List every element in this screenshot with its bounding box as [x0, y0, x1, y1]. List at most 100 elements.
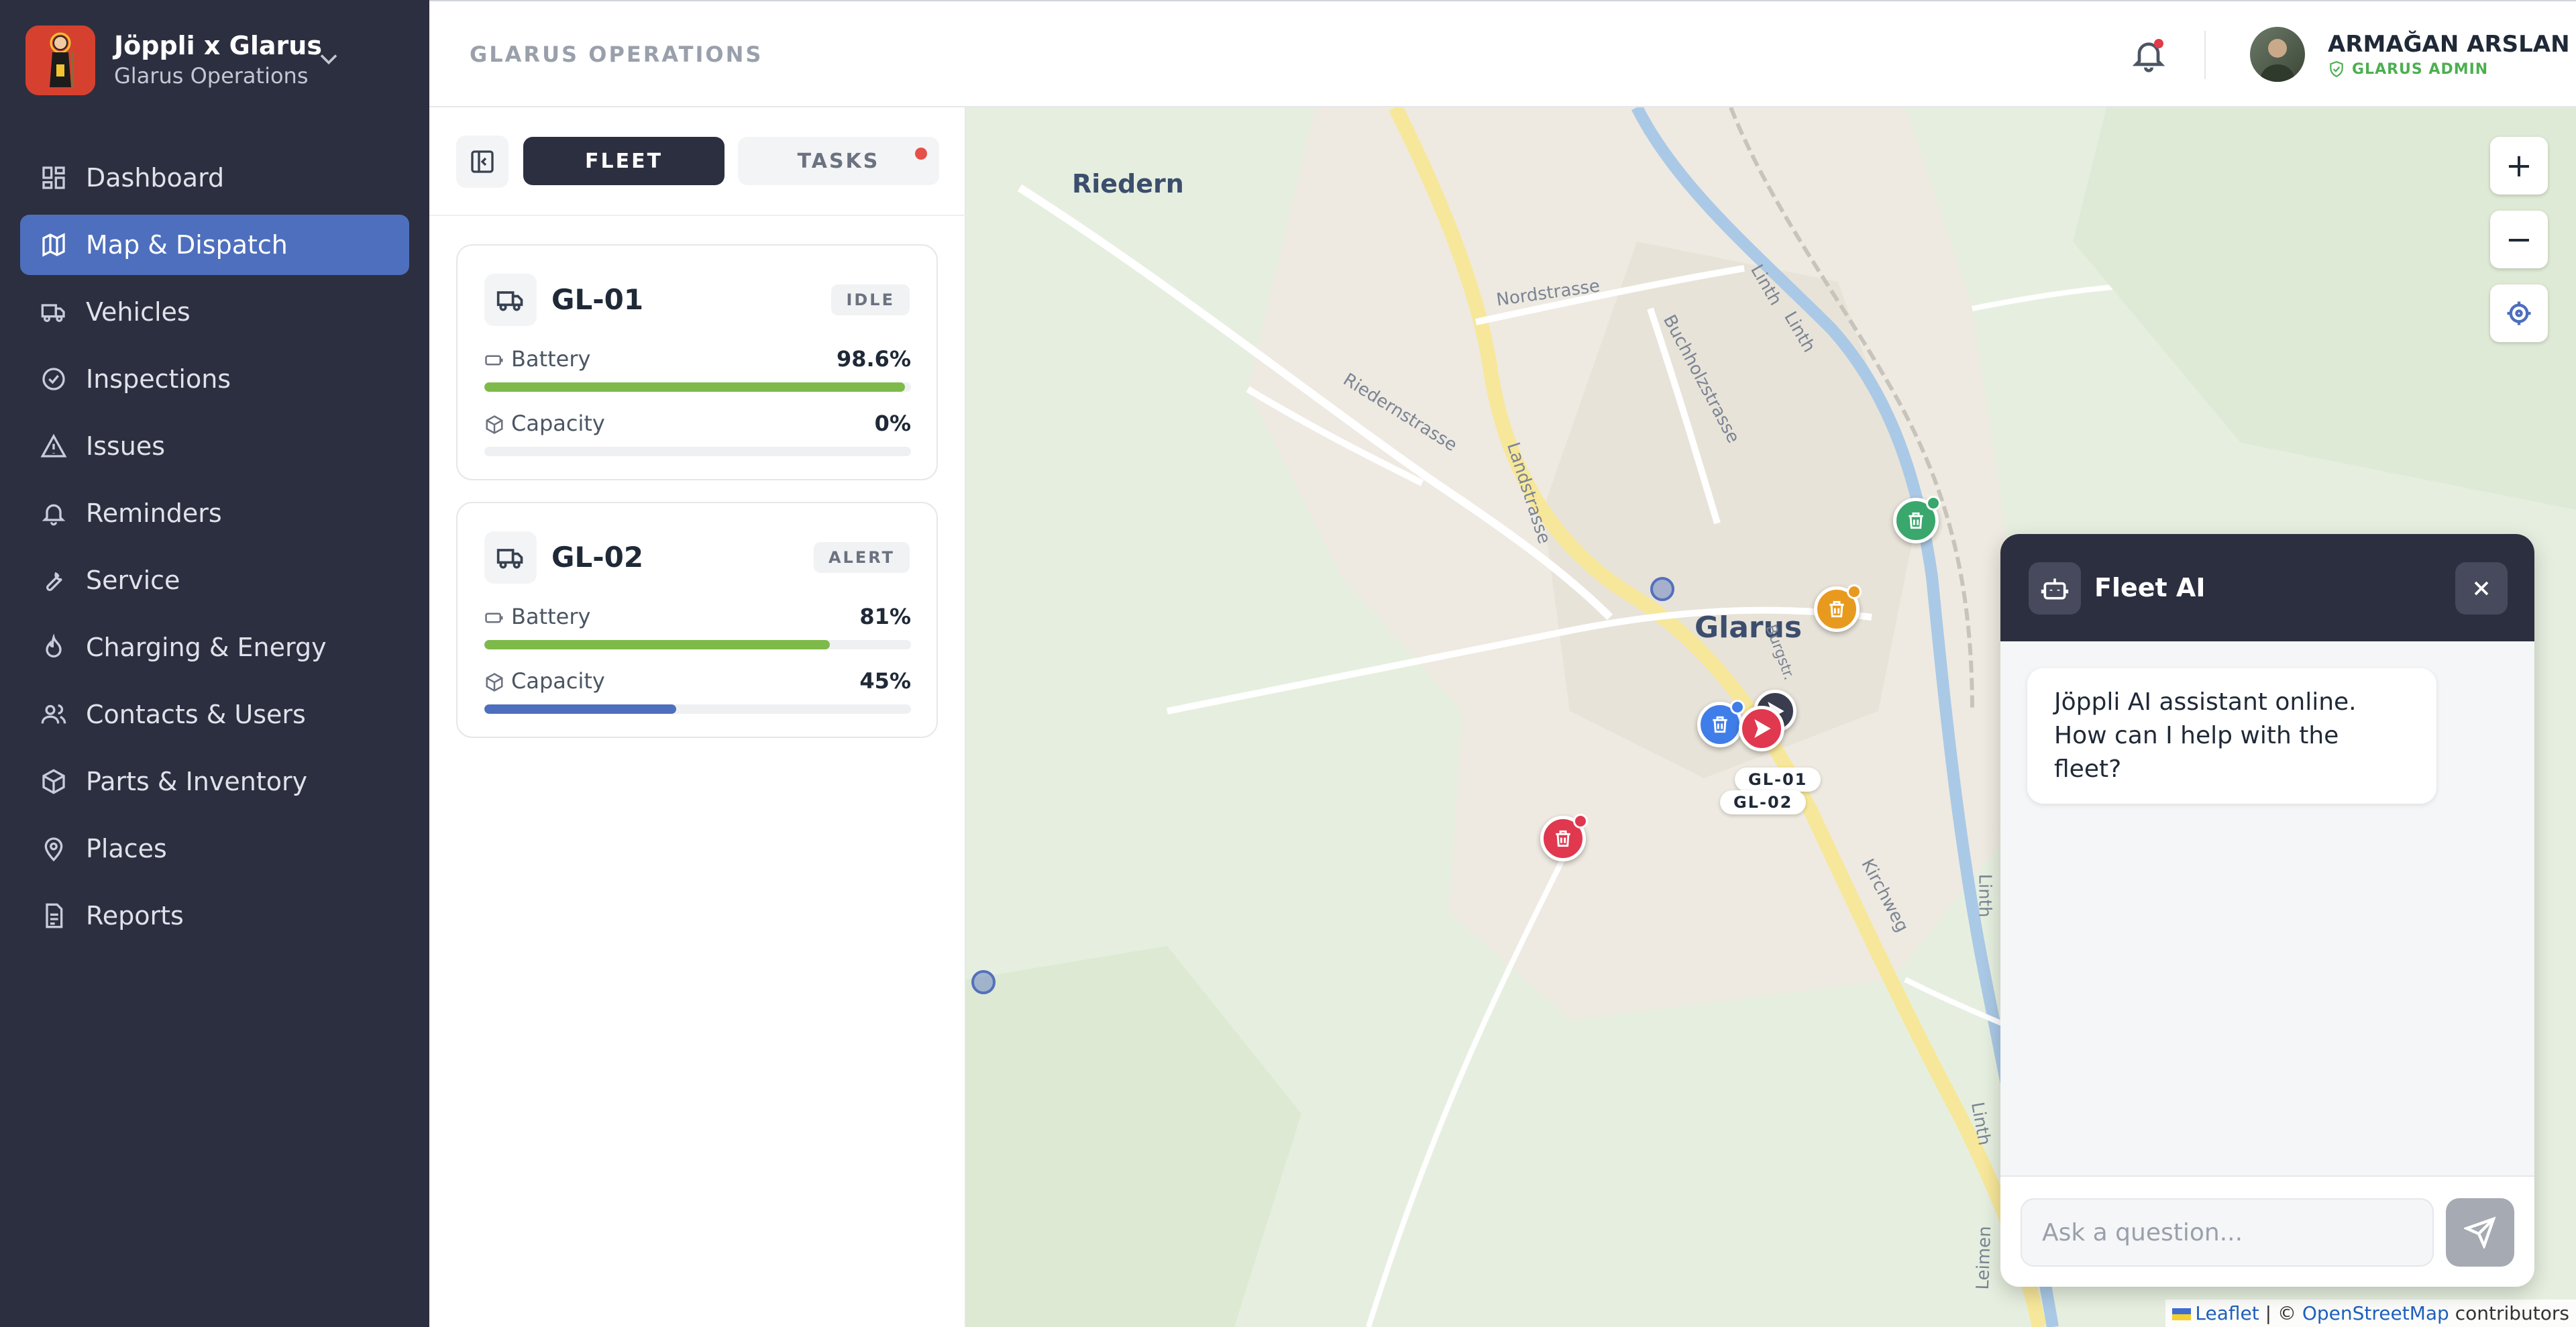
sidebar-item-issues[interactable]: Issues — [20, 416, 409, 476]
trash-icon — [1713, 716, 1727, 733]
tasks-badge — [915, 148, 927, 160]
sidebar-item-label: Parts & Inventory — [86, 767, 308, 796]
vehicle-id: GL-01 — [551, 283, 644, 316]
sidebar-item-reports[interactable]: Reports — [20, 886, 409, 946]
map-icon — [40, 231, 67, 258]
tab-fleet[interactable]: FLEET — [523, 137, 724, 185]
pin-icon — [40, 835, 67, 862]
users-icon — [40, 701, 67, 728]
capacity-row: Capacity 45% — [484, 668, 911, 695]
sidebar-nav: Dashboard Map & Dispatch Vehicles Inspec… — [20, 148, 409, 953]
battery-value: 81% — [859, 604, 911, 629]
box-icon — [484, 672, 504, 692]
sidebar-item-places[interactable]: Places — [20, 818, 409, 879]
vehicle-id: GL-02 — [551, 541, 644, 574]
capacity-bar-fill — [484, 704, 677, 714]
sidebar-item-charging-energy[interactable]: Charging & Energy — [20, 617, 409, 678]
bin-status-dot — [1730, 700, 1745, 714]
chevron-down-icon — [320, 54, 337, 65]
bin-marker-blue[interactable] — [1697, 700, 1745, 747]
capacity-label: Capacity — [511, 668, 605, 694]
bin-status-dot — [1573, 814, 1588, 829]
sidebar-item-parts-inventory[interactable]: Parts & Inventory — [20, 751, 409, 812]
sidebar-collapse-icon — [471, 150, 494, 173]
battery-row: Battery 81% — [484, 604, 911, 631]
page-title: GLARUS OPERATIONS — [470, 42, 763, 67]
bin-marker-red[interactable] — [1540, 814, 1588, 861]
avatar[interactable] — [2250, 27, 2305, 82]
notifications-button[interactable] — [2130, 36, 2167, 74]
dashboard-icon — [40, 164, 67, 191]
place-point[interactable] — [1650, 577, 1674, 601]
bin-marker-green[interactable] — [1893, 496, 1941, 543]
battery-bar — [484, 640, 911, 649]
shield-check-icon — [2330, 61, 2343, 78]
box-icon — [484, 415, 504, 435]
tab-tasks[interactable]: TASKS — [738, 137, 939, 185]
top-header: GLARUS OPERATIONS ARMAĞAN ARSLAN GLARUS … — [429, 0, 2576, 107]
capacity-value: 0% — [874, 411, 911, 436]
attribution-suffix: contributors — [2449, 1302, 2569, 1324]
sidebar-item-label: Inspections — [86, 364, 231, 394]
notification-badge — [2154, 39, 2163, 48]
street-label-leimen: Leimen — [1972, 1225, 1996, 1291]
bin-marker-orange[interactable] — [1814, 584, 1862, 632]
header-divider — [2204, 31, 2206, 79]
assistant-message: Jöppli AI assistant online. How can I he… — [2027, 668, 2436, 804]
battery-value: 98.6% — [836, 346, 911, 372]
bell-icon — [40, 500, 67, 527]
sidebar-item-dashboard[interactable]: Dashboard — [20, 148, 409, 208]
user-role: GLARUS ADMIN — [2328, 60, 2488, 78]
crosshair-icon — [2507, 301, 2531, 325]
leaflet-link[interactable]: Leaflet — [2195, 1302, 2259, 1324]
box-icon — [40, 768, 67, 795]
trash-icon — [1556, 830, 1570, 847]
chat-title: Fleet AI — [2094, 573, 2206, 602]
sidebar-item-label: Reminders — [86, 498, 222, 528]
capacity-label: Capacity — [511, 411, 605, 436]
sidebar: Jöppli x Glarus Glarus Operations Dashbo… — [0, 0, 429, 1327]
sidebar-item-label: Service — [86, 566, 180, 595]
user-role-label: GLARUS ADMIN — [2352, 60, 2489, 78]
sidebar-item-vehicles[interactable]: Vehicles — [20, 282, 409, 342]
sidebar-item-reminders[interactable]: Reminders — [20, 483, 409, 543]
vehicle-marker-gl-02[interactable] — [1739, 706, 1784, 751]
place-label-glarus: Glarus — [1695, 611, 1803, 645]
user-name[interactable]: ARMAĞAN ARSLAN — [2328, 31, 2570, 58]
bin-status-dot — [1847, 584, 1862, 599]
flame-icon — [40, 633, 67, 661]
vehicle-card-gl-02[interactable]: GL-02 ALERT Battery 81% Capacity 45% — [456, 502, 938, 738]
vehicle-card-gl-01[interactable]: GL-01 IDLE Battery 98.6% Capacity 0% — [456, 244, 938, 480]
truck-icon — [40, 299, 67, 325]
tab-tasks-label: TASKS — [797, 149, 880, 173]
locate-button[interactable] — [2490, 284, 2548, 342]
place-label-riedern: Riedern — [1072, 169, 1184, 199]
bot-icon — [2029, 562, 2081, 615]
place-point[interactable] — [971, 970, 996, 994]
send-icon — [2464, 1216, 2496, 1249]
sidebar-item-label: Places — [86, 834, 167, 863]
collapse-panel-button[interactable] — [456, 136, 508, 188]
chat-input[interactable] — [2021, 1198, 2434, 1267]
send-button[interactable] — [2446, 1198, 2514, 1267]
brand-switcher[interactable]: Jöppli x Glarus Glarus Operations — [25, 25, 401, 95]
sidebar-item-inspections[interactable]: Inspections — [20, 349, 409, 409]
capacity-row: Capacity 0% — [484, 411, 911, 437]
zoom-out-button[interactable]: − — [2490, 211, 2548, 268]
status-badge: ALERT — [813, 542, 910, 573]
battery-label: Battery — [511, 604, 591, 629]
truck-icon — [484, 531, 537, 584]
sidebar-item-map-dispatch[interactable]: Map & Dispatch — [20, 215, 409, 275]
fleet-panel: FLEET TASKS GL-01 IDLE Battery 98.6% Cap… — [429, 107, 966, 1327]
battery-bar-fill — [484, 382, 906, 392]
sidebar-item-service[interactable]: Service — [20, 550, 409, 611]
close-chat-button[interactable] — [2455, 562, 2508, 615]
glarus-logo — [25, 25, 95, 95]
sidebar-item-label: Charging & Energy — [86, 633, 327, 662]
sidebar-item-contacts-users[interactable]: Contacts & Users — [20, 684, 409, 745]
zoom-in-button[interactable]: + — [2490, 137, 2548, 195]
status-badge: IDLE — [831, 284, 910, 315]
battery-bar-fill — [484, 640, 830, 649]
sidebar-item-label: Reports — [86, 901, 184, 931]
osm-link[interactable]: OpenStreetMap — [2302, 1302, 2449, 1324]
